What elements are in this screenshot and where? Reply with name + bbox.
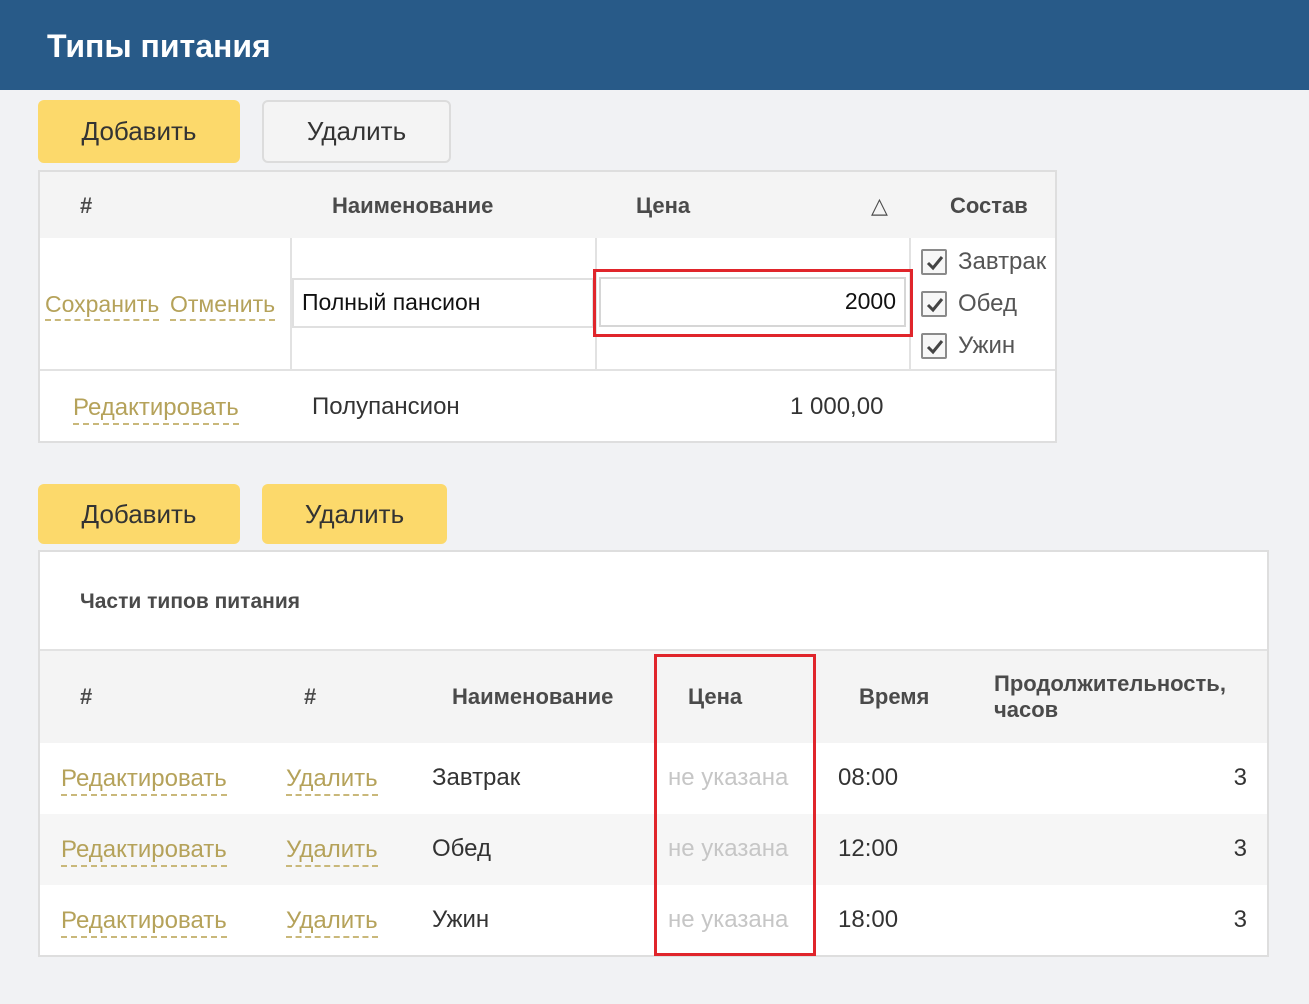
checkmark-icon: [926, 298, 944, 313]
delete-meal-part-button[interactable]: Удалить: [262, 484, 447, 544]
meal-part-name: Ужин: [432, 906, 490, 933]
dinner-checkbox-label: Ужин: [958, 332, 1016, 359]
column-name: Наименование: [452, 684, 614, 709]
table-header: # Наименование Цена △ Состав: [40, 172, 1055, 238]
cancel-link[interactable]: Отменить: [170, 289, 276, 321]
checkmark-icon: [926, 256, 944, 271]
column-num: #: [80, 193, 93, 218]
meal-part-duration: 3: [1233, 764, 1247, 791]
meal-part-time: 12:00: [838, 835, 899, 862]
add-meal-type-button[interactable]: Добавить: [38, 100, 240, 163]
price-input-highlight: [593, 269, 913, 337]
meal-parts-table: Части типов питания # # Наименование Цен…: [38, 550, 1269, 957]
breakfast-checkbox[interactable]: [921, 249, 947, 275]
column-composition: Состав: [950, 193, 1028, 218]
page-header: Типы питания: [0, 0, 1309, 90]
add-meal-part-button[interactable]: Добавить: [38, 484, 240, 544]
meal-part-duration: 3: [1233, 835, 1247, 862]
delete-meal-part-link[interactable]: Удалить: [286, 906, 378, 938]
edit-meal-part-link[interactable]: Редактировать: [61, 906, 227, 938]
column-duration-line2: часов: [994, 697, 1059, 722]
column-num: #: [80, 684, 93, 709]
meal-part-time: 08:00: [838, 764, 899, 791]
meal-parts-title: Части типов питания: [80, 590, 300, 613]
column-price[interactable]: Цена: [636, 193, 690, 219]
edit-meal-type-link[interactable]: Редактировать: [73, 393, 239, 425]
meal-type-price: 1 000,00: [790, 393, 884, 420]
meal-types-table: # Наименование Цена △ Состав Сохранить О…: [38, 170, 1057, 443]
meal-part-time: 18:00: [838, 906, 899, 933]
dinner-checkbox[interactable]: [921, 333, 947, 359]
lunch-checkbox[interactable]: [921, 291, 947, 317]
edit-meal-part-link[interactable]: Редактировать: [61, 835, 227, 867]
delete-meal-part-link[interactable]: Удалить: [286, 835, 378, 867]
meal-type-name: Полупансион: [312, 393, 460, 420]
edit-meal-part-link[interactable]: Редактировать: [61, 764, 227, 796]
meal-part-name: Завтрак: [432, 764, 521, 791]
meal-type-name-input[interactable]: Полный пансион: [292, 278, 594, 328]
save-link[interactable]: Сохранить: [45, 289, 160, 321]
checkmark-icon: [926, 340, 944, 355]
delete-meal-type-button[interactable]: Удалить: [262, 100, 451, 163]
column-duration: Продолжительность, часов: [994, 671, 1226, 723]
sort-ascending-icon[interactable]: △: [871, 193, 888, 219]
column-time: Время: [859, 684, 930, 709]
lunch-checkbox-label: Обед: [958, 290, 1017, 317]
row-divider: [40, 369, 1055, 371]
column-duration-line1: Продолжительность,: [994, 671, 1226, 696]
meal-part-name: Обед: [432, 835, 491, 862]
price-column-highlight: [654, 654, 816, 956]
page-title: Типы питания: [47, 28, 271, 64]
delete-meal-part-link[interactable]: Удалить: [286, 764, 378, 796]
breakfast-checkbox-label: Завтрак: [958, 248, 1047, 275]
meal-part-duration: 3: [1233, 906, 1247, 933]
column-name[interactable]: Наименование: [332, 193, 493, 219]
column-num: #: [304, 684, 317, 709]
